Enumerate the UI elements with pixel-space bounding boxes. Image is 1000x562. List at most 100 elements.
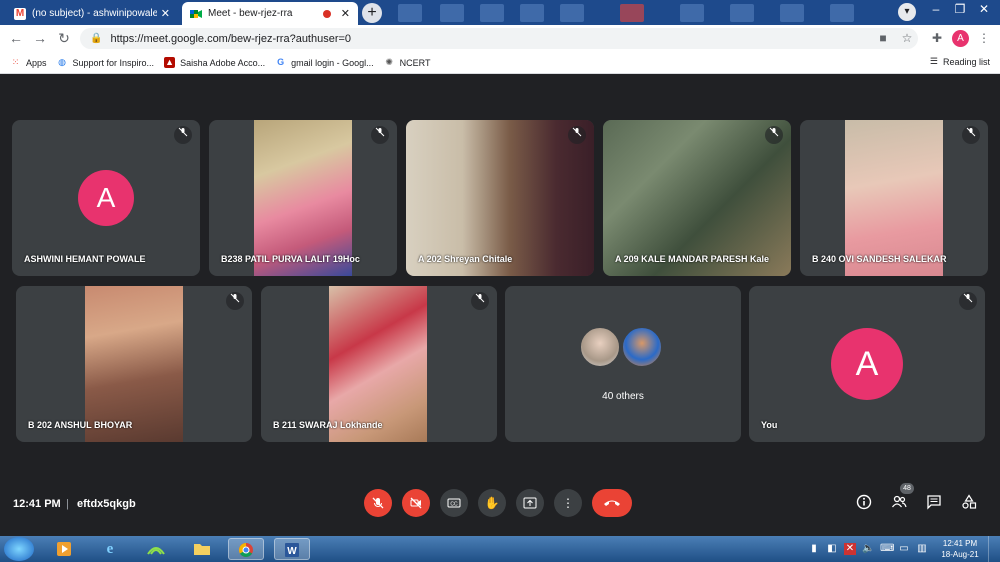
reading-list-button[interactable]: ☰ Reading list xyxy=(930,56,990,67)
participant-tile[interactable]: B 240 OVI SANDESH SALEKAR xyxy=(800,120,988,276)
keyboard-icon[interactable]: ⌨ xyxy=(880,543,894,555)
present-icon xyxy=(523,497,537,509)
camera-off-icon xyxy=(410,497,422,509)
window-thumb xyxy=(480,4,504,22)
url-text: https://meet.google.com/bew-rjez-rra?aut… xyxy=(110,32,352,45)
participant-tile[interactable]: A 209 KALE MANDAR PARESH Kale xyxy=(603,120,791,276)
meeting-controls-bar: 12:41 PM | eftdx5qkgb CC ✋ ⋮ 48 xyxy=(0,470,1000,536)
close-window-icon[interactable]: ✕ xyxy=(972,0,996,20)
captions-icon: CC xyxy=(447,498,461,508)
more-options-button[interactable]: ⋮ xyxy=(554,489,582,517)
window-thumb xyxy=(680,4,704,22)
profile-avatar[interactable]: A xyxy=(952,30,969,47)
bookmark-label: Saisha Adobe Acco... xyxy=(180,57,266,68)
tray-icon[interactable]: ✕ xyxy=(844,543,856,555)
network-status-icon[interactable]: ▥ xyxy=(916,543,928,555)
activities-button[interactable] xyxy=(960,494,978,512)
others-count: 40 others xyxy=(602,391,644,402)
participant-tile[interactable]: A 202 Shreyan Chitale xyxy=(406,120,594,276)
captions-button[interactable]: CC xyxy=(440,489,468,517)
participant-tile[interactable]: B238 PATIL PURVA LALIT 19Hoc xyxy=(209,120,397,276)
bookmark-apps[interactable]: ⁙ Apps xyxy=(10,57,47,68)
tray-icon[interactable]: ◧ xyxy=(826,543,838,555)
people-button[interactable] xyxy=(890,494,908,512)
present-button[interactable] xyxy=(516,489,544,517)
chat-icon xyxy=(927,495,941,510)
close-icon[interactable]: ✕ xyxy=(161,7,170,20)
participant-name: B 202 ANSHUL BHOYAR xyxy=(28,420,133,430)
star-icon[interactable]: ☆ xyxy=(900,31,914,45)
mic-off-icon xyxy=(568,126,586,144)
menu-icon[interactable]: ⋮ xyxy=(977,31,991,45)
window-thumb xyxy=(620,4,644,22)
internet-explorer-icon[interactable]: e xyxy=(92,538,128,560)
maximize-icon[interactable]: ❐ xyxy=(948,0,972,20)
bookmark-gmail-login[interactable]: G gmail login - Googl... xyxy=(275,57,374,68)
bookmark-ncert[interactable]: ✺ NCERT xyxy=(384,57,431,68)
media-player-icon[interactable] xyxy=(46,538,82,560)
word-icon[interactable]: W xyxy=(274,538,310,560)
bookmark-label: NCERT xyxy=(399,57,431,68)
chat-button[interactable] xyxy=(925,494,943,512)
raise-hand-button[interactable]: ✋ xyxy=(478,489,506,517)
mic-off-icon xyxy=(471,292,489,310)
self-tile[interactable]: A You xyxy=(749,286,985,442)
participant-name: B238 PATIL PURVA LALIT 19Hoc xyxy=(221,254,360,264)
participant-name: A 202 Shreyan Chitale xyxy=(418,254,513,264)
mic-off-icon xyxy=(371,126,389,144)
others-tile[interactable]: 40 others xyxy=(505,286,741,442)
bookmark-label: Support for Inspiro... xyxy=(72,57,155,68)
new-tab-button[interactable]: + xyxy=(362,3,382,23)
phone-hangup-icon xyxy=(604,500,620,506)
tab-search-icon[interactable]: ▾ xyxy=(898,3,916,21)
chrome-icon[interactable] xyxy=(228,538,264,560)
reading-list-icon: ☰ xyxy=(929,56,938,66)
address-bar[interactable]: 🔒 https://meet.google.com/bew-rjez-rra?a… xyxy=(80,28,918,49)
participant-thumbnail xyxy=(621,326,663,368)
windows-taskbar: e W ▮ ◧ ✕ 🔈 ⌨ ▭ ▥ 12:41 PM 18-Aug-21 xyxy=(0,536,1000,562)
start-button[interactable] xyxy=(4,537,34,561)
system-clock[interactable]: 12:41 PM 18-Aug-21 xyxy=(938,538,982,560)
screen: M (no subject) - ashwinipowale@m ✕ Meet … xyxy=(0,0,1000,562)
lock-icon: 🔒 xyxy=(90,33,103,44)
participant-tile[interactable]: B 211 SWARAJ Lokhande xyxy=(261,286,497,442)
end-call-button[interactable] xyxy=(592,489,632,517)
video-feed xyxy=(329,286,427,442)
participant-tile[interactable]: B 202 ANSHUL BHOYAR xyxy=(16,286,252,442)
minimize-icon[interactable]: – xyxy=(924,0,948,20)
bookmarks-bar: ⁙ Apps ◍ Support for Inspiro... ▲ Saisha… xyxy=(0,52,1000,74)
volume-icon[interactable]: 🔈 xyxy=(862,543,874,555)
forward-icon[interactable]: → xyxy=(32,30,48,46)
bookmark-adobe[interactable]: ▲ Saisha Adobe Acco... xyxy=(164,57,265,68)
bookmark-label: Apps xyxy=(26,57,47,68)
participant-tile[interactable]: A ASHWINI HEMANT POWALE xyxy=(12,120,200,276)
back-icon[interactable]: ← xyxy=(8,30,24,46)
meeting-details-button[interactable] xyxy=(855,494,873,512)
participant-name: A 209 KALE MANDAR PARESH Kale xyxy=(615,254,770,264)
extensions-icon[interactable]: ✚ xyxy=(930,31,944,45)
self-avatar: A xyxy=(831,328,903,400)
tab-meet[interactable]: Meet - bew-rjez-rra ✕ xyxy=(182,2,358,25)
apps-grid-icon: ⁙ xyxy=(11,57,20,67)
video-feed xyxy=(254,120,352,276)
camera-icon[interactable]: ■ xyxy=(876,31,890,45)
mic-off-icon xyxy=(226,292,244,310)
network-icon[interactable] xyxy=(138,538,174,560)
tab-gmail[interactable]: M (no subject) - ashwinipowale@m ✕ xyxy=(6,2,178,25)
close-icon[interactable]: ✕ xyxy=(341,7,350,20)
file-explorer-icon[interactable] xyxy=(184,538,220,560)
video-feed xyxy=(845,120,943,276)
tab-title: (no subject) - ashwinipowale@m xyxy=(32,8,157,19)
gmail-icon: M xyxy=(14,7,26,20)
mic-off-icon xyxy=(372,497,384,509)
activities-icon xyxy=(962,494,977,509)
bookmark-support[interactable]: ◍ Support for Inspiro... xyxy=(57,57,155,68)
reload-icon[interactable]: ↻ xyxy=(56,30,72,46)
svg-text:CC: CC xyxy=(450,502,458,508)
svg-text:W: W xyxy=(287,546,297,557)
battery-icon[interactable]: ▭ xyxy=(898,543,910,555)
show-desktop-button[interactable] xyxy=(988,536,1000,562)
camera-toggle-button[interactable] xyxy=(402,489,430,517)
tray-icon[interactable]: ▮ xyxy=(808,543,820,555)
mic-toggle-button[interactable] xyxy=(364,489,392,517)
